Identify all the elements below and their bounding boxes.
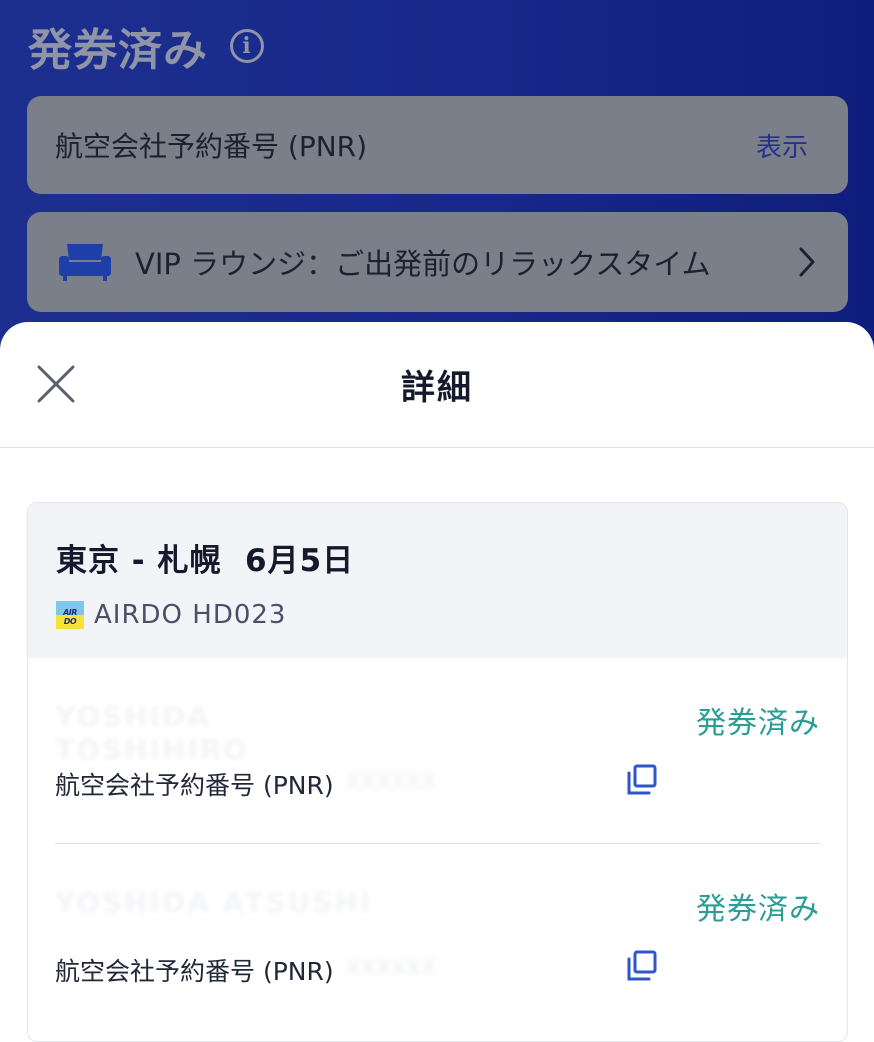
passenger-row: YOSHIDA TOSHIHIRO 発券済み 航空会社予約番号 (PNR) XX… — [55, 658, 820, 843]
pnr-row: 航空会社予約番号 (PNR) XXXXXX — [55, 766, 546, 802]
pnr-label: 航空会社予約番号 (PNR) — [55, 957, 334, 986]
background-page: 発券済み i 航空会社予約番号 (PNR) 表示 VIP ラウンジ：ご出発前のリ… — [0, 0, 874, 360]
show-pnr-link[interactable]: 表示 — [756, 127, 808, 164]
info-icon[interactable]: i — [230, 29, 264, 63]
pnr-value: XXXXXX — [345, 956, 437, 981]
flight-card: 東京 - 札幌 6月5日 AIR DO AIRDO HD023 YOSHIDA … — [27, 502, 848, 1042]
chevron-right-icon — [799, 247, 815, 277]
ticket-status: 発券済み — [696, 892, 820, 927]
pnr-card: 航空会社予約番号 (PNR) 表示 — [27, 96, 848, 194]
pnr-row: 航空会社予約番号 (PNR) XXXXXX — [55, 952, 546, 988]
airline-flight-number: AIRDO HD023 — [94, 600, 287, 630]
close-button[interactable] — [34, 362, 78, 406]
pnr-value: XXXXXX — [345, 770, 437, 795]
route-date: 東京 - 札幌 6月5日 — [56, 543, 355, 579]
sheet-header: 詳細 — [0, 322, 874, 448]
ticket-status: 発券済み — [696, 706, 820, 741]
close-icon — [37, 365, 75, 403]
background-title-row: 発券済み i — [28, 18, 264, 76]
vip-lounge-card[interactable]: VIP ラウンジ：ご出発前のリラックスタイム — [27, 212, 848, 312]
details-sheet: 詳細 東京 - 札幌 6月5日 AIR DO AIRDO HD023 YOSHI… — [0, 322, 874, 1042]
background-title: 発券済み — [28, 25, 208, 76]
pnr-label: 航空会社予約番号 (PNR) — [55, 771, 334, 800]
pnr-card-label: 航空会社予約番号 (PNR) — [55, 130, 368, 163]
passenger-name: YOSHIDA TOSHIHIRO — [55, 700, 250, 766]
copy-icon[interactable] — [625, 763, 659, 797]
sheet-title: 詳細 — [401, 368, 473, 408]
vip-lounge-label: VIP ラウンジ：ご出発前のリラックスタイム — [135, 247, 711, 281]
flight-card-header: 東京 - 札幌 6月5日 AIR DO AIRDO HD023 — [28, 503, 847, 658]
passenger-name: YOSHIDA ATSUSHI — [55, 886, 373, 919]
sofa-icon — [59, 244, 111, 281]
airline-row: AIR DO AIRDO HD023 — [56, 600, 819, 630]
airdo-logo: AIR DO — [56, 601, 84, 629]
passenger-row: YOSHIDA ATSUSHI 発券済み 航空会社予約番号 (PNR) XXXX… — [55, 843, 820, 1028]
copy-icon[interactable] — [625, 949, 659, 983]
